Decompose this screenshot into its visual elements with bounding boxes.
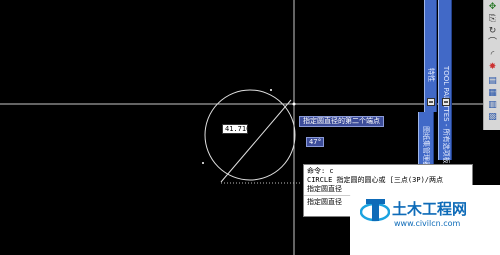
grip-point: [270, 89, 272, 91]
grip-point: [292, 102, 296, 106]
fillet-icon[interactable]: ◜: [487, 50, 498, 61]
sheet-set-title: 图纸集管理器: [422, 126, 430, 168]
command-prompt[interactable]: 指定圆直径: [307, 198, 342, 207]
arc-icon[interactable]: ⌒: [487, 38, 498, 49]
angle-input[interactable]: 47°: [306, 137, 324, 147]
properties-palette-title: 特性: [427, 68, 435, 82]
grip-point: [202, 162, 204, 164]
copy-icon[interactable]: ⎘: [487, 14, 498, 25]
civilcn-logo: [360, 199, 390, 222]
stack-icon-3[interactable]: ▧: [487, 112, 498, 123]
stack-icon-2[interactable]: ▥: [487, 100, 498, 111]
rotate-icon[interactable]: ↻: [487, 26, 498, 37]
diameter-line: [220, 99, 292, 183]
command-line-2: CIRCLE 指定圆的圆心或 [三点(3P)/两点: [307, 176, 444, 184]
layer-icon[interactable]: ▤: [487, 76, 498, 87]
command-line-3: 指定圆直径: [307, 185, 342, 193]
tool-palettes-title: TOOL PALETTES - 所有选项板: [442, 66, 450, 164]
properties-palette-button[interactable]: [427, 98, 435, 106]
sheet-set-palette[interactable]: 图纸集管理器: [418, 112, 434, 168]
prompt-tooltip: 指定圆直径的第二个端点: [299, 116, 384, 127]
diameter-input[interactable]: 41.7101: [222, 124, 255, 134]
explode-icon[interactable]: ✸: [487, 62, 498, 73]
watermark-title: 土木工程网: [392, 200, 468, 218]
tool-palettes-panel[interactable]: TOOL PALETTES - 所有选项板: [438, 0, 452, 164]
modify-toolbar: ✥ ⎘ ↻ ⌒ ◜ ✸ ▤ ▦ ▥ ▧: [483, 0, 500, 130]
move-icon[interactable]: ✥: [487, 2, 498, 13]
watermark: 土木工程网 www.civilcn.com: [350, 185, 500, 255]
watermark-url: www.civilcn.com: [394, 219, 461, 228]
properties-palette[interactable]: 特性: [424, 0, 437, 112]
command-line-1: 命令: c: [307, 167, 334, 175]
tool-palettes-button[interactable]: [442, 98, 450, 106]
stack-icon[interactable]: ▦: [487, 88, 498, 99]
